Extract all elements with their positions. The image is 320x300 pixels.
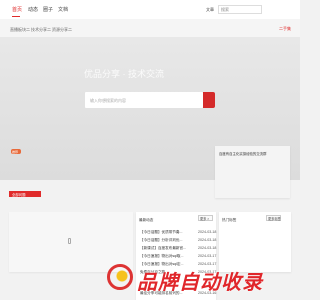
news-panel-title: 最新动态 bbox=[139, 218, 154, 222]
hero-title: 优品分享 · 技术交流 bbox=[84, 69, 164, 79]
nav-active-indicator bbox=[12, 16, 20, 17]
header-search-text: 搜索 bbox=[221, 7, 229, 12]
news-item-title[interactable]: 【今日速报】物出对sql取... bbox=[140, 254, 184, 259]
hero-search-placeholder: 输入你想搜索的内容 bbox=[90, 98, 126, 103]
subnav-item-3[interactable]: 资源分享二 bbox=[52, 27, 72, 33]
nav-circles[interactable]: 圈子 bbox=[43, 7, 53, 13]
news-item-date: 2024-03-18 bbox=[198, 246, 217, 250]
nav-docs[interactable]: 文档 bbox=[58, 7, 68, 13]
news-more-label[interactable]: 更多 > bbox=[200, 216, 209, 221]
tags-more-label[interactable]: 更多标签 bbox=[268, 216, 281, 221]
search-type-select[interactable]: 文章 bbox=[206, 7, 214, 13]
news-item-date: 2024-03-18 bbox=[198, 230, 217, 234]
nav-dynamics[interactable]: 动态 bbox=[28, 7, 38, 13]
section-label-text: 全部问题 bbox=[12, 193, 26, 197]
news-item-date: 2024-03-18 bbox=[198, 238, 217, 242]
content-panel-left bbox=[9, 212, 133, 272]
badge-label: 推荐 bbox=[12, 150, 19, 154]
hero-search-button[interactable] bbox=[203, 92, 215, 108]
watermark-logo-icon bbox=[107, 264, 133, 290]
news-item-title[interactable]: 【今日话题】优质带节奏... bbox=[140, 230, 183, 235]
nav-home[interactable]: 首页 bbox=[12, 7, 22, 13]
news-item-title[interactable]: 【新课试】百度发布最新官... bbox=[140, 246, 186, 251]
watermark-text: 品牌自动收录 bbox=[137, 272, 263, 294]
header-right-link[interactable]: 二手集 bbox=[279, 26, 291, 32]
subnav-item-1[interactable]: 直播板块二 bbox=[10, 27, 30, 33]
image-placeholder-icon bbox=[68, 238, 71, 244]
subnav-item-2[interactable]: 技术分享二 bbox=[31, 27, 51, 33]
tags-panel-title: 热门标签 bbox=[222, 218, 237, 222]
side-card-title[interactable]: 百度有自主化实操经验的交流群 bbox=[219, 151, 266, 156]
news-item-title[interactable]: 【今日话题】分析评判优... bbox=[140, 238, 183, 243]
news-item-date: 2024-03-17 bbox=[198, 254, 217, 258]
